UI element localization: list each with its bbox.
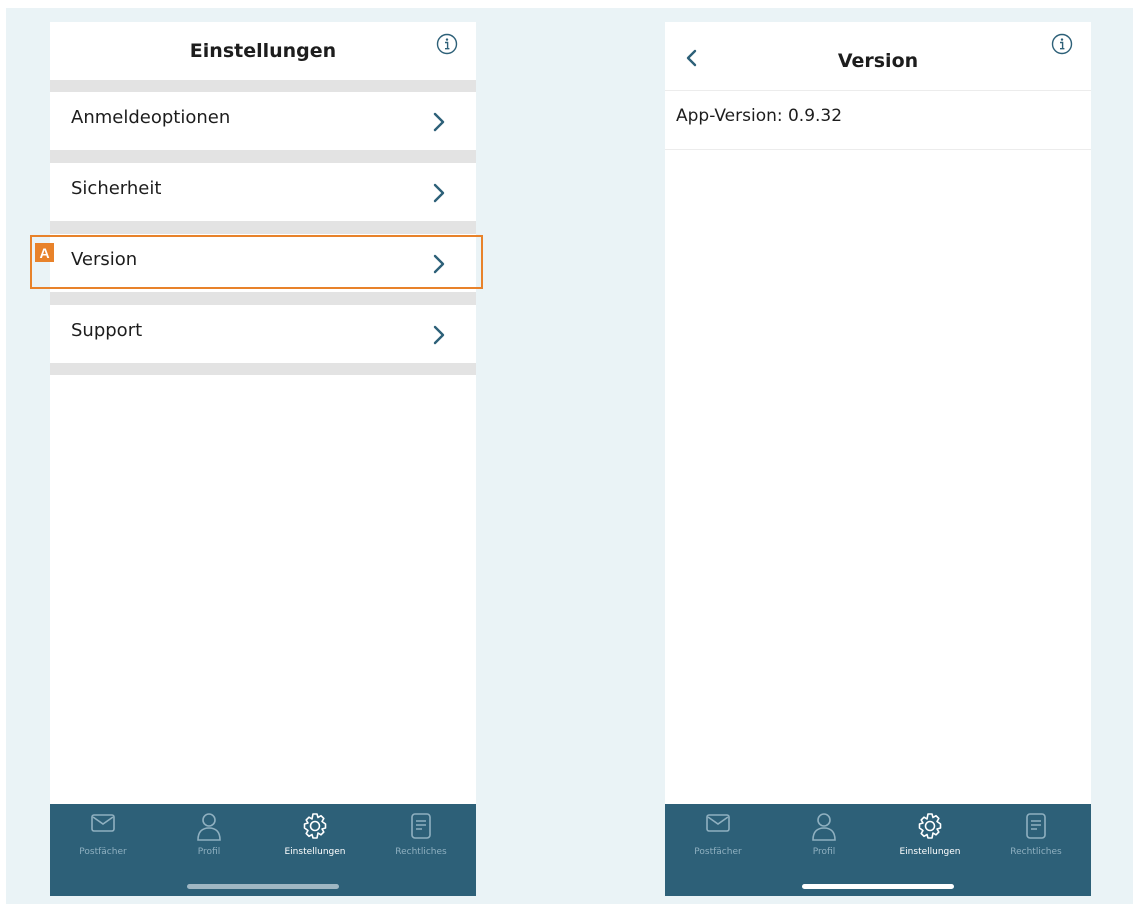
chevron-right-icon (433, 183, 445, 203)
screen-header: Version (665, 32, 1091, 90)
divider (50, 221, 476, 234)
info-icon[interactable] (1051, 33, 1073, 55)
divider (50, 363, 476, 375)
settings-item-label: Support (71, 320, 143, 341)
gear-icon (918, 813, 942, 839)
tab-einstellungen[interactable]: Einstellungen (262, 804, 368, 864)
settings-item-label: Sicherheit (71, 178, 162, 199)
version-screen: Version App-Version: 0.9.32 Postfächer P… (665, 22, 1091, 896)
tab-bar: Postfächer Profil Einstellungen Rechtlic… (50, 804, 476, 896)
tab-postfaecher[interactable]: Postfächer (50, 804, 156, 864)
tab-label: Rechtliches (395, 847, 447, 857)
tab-label: Einstellungen (284, 847, 346, 857)
gear-icon (303, 813, 327, 839)
page-title: Einstellungen (189, 40, 337, 62)
tab-profil[interactable]: Profil (771, 804, 877, 864)
mail-icon (706, 814, 730, 832)
mail-icon (91, 814, 115, 832)
tab-label: Profil (812, 847, 836, 857)
tab-einstellungen[interactable]: Einstellungen (877, 804, 983, 864)
screen-header: Einstellungen (50, 22, 476, 80)
tab-label: Einstellungen (899, 847, 961, 857)
person-icon (812, 813, 836, 841)
document-icon (1026, 813, 1046, 839)
tab-label: Profil (197, 847, 221, 857)
person-icon (197, 813, 221, 841)
tab-bar: Postfächer Profil Einstellungen Rechtlic… (665, 804, 1091, 896)
app-version-label: App-Version: 0.9.32 (676, 106, 843, 126)
tab-label: Postfächer (79, 847, 127, 857)
divider (665, 149, 1091, 150)
tab-label: Rechtliches (1010, 847, 1062, 857)
divider (50, 80, 476, 92)
callout-badge: A (35, 243, 54, 262)
settings-item-support[interactable]: Support (50, 305, 476, 363)
settings-item-sicherheit[interactable]: Sicherheit (50, 163, 476, 221)
document-icon (411, 813, 431, 839)
tab-rechtliches[interactable]: Rechtliches (983, 804, 1089, 864)
highlight-callout (30, 235, 483, 289)
settings-item-anmeldeoptionen[interactable]: Anmeldeoptionen (50, 92, 476, 150)
tab-postfaecher[interactable]: Postfächer (665, 804, 771, 864)
settings-item-label: Anmeldeoptionen (71, 107, 231, 128)
tab-rechtliches[interactable]: Rechtliches (368, 804, 474, 864)
chevron-right-icon (433, 112, 445, 132)
chevron-right-icon (433, 325, 445, 345)
divider (665, 90, 1091, 91)
info-icon[interactable] (436, 33, 458, 55)
home-indicator (802, 884, 954, 889)
page-title: Version (837, 50, 919, 72)
settings-screen: Einstellungen Anmeldeoptionen Sicherheit… (50, 22, 476, 896)
home-indicator (187, 884, 339, 889)
divider (50, 292, 476, 305)
tab-profil[interactable]: Profil (156, 804, 262, 864)
divider (50, 150, 476, 163)
tab-label: Postfächer (694, 847, 742, 857)
